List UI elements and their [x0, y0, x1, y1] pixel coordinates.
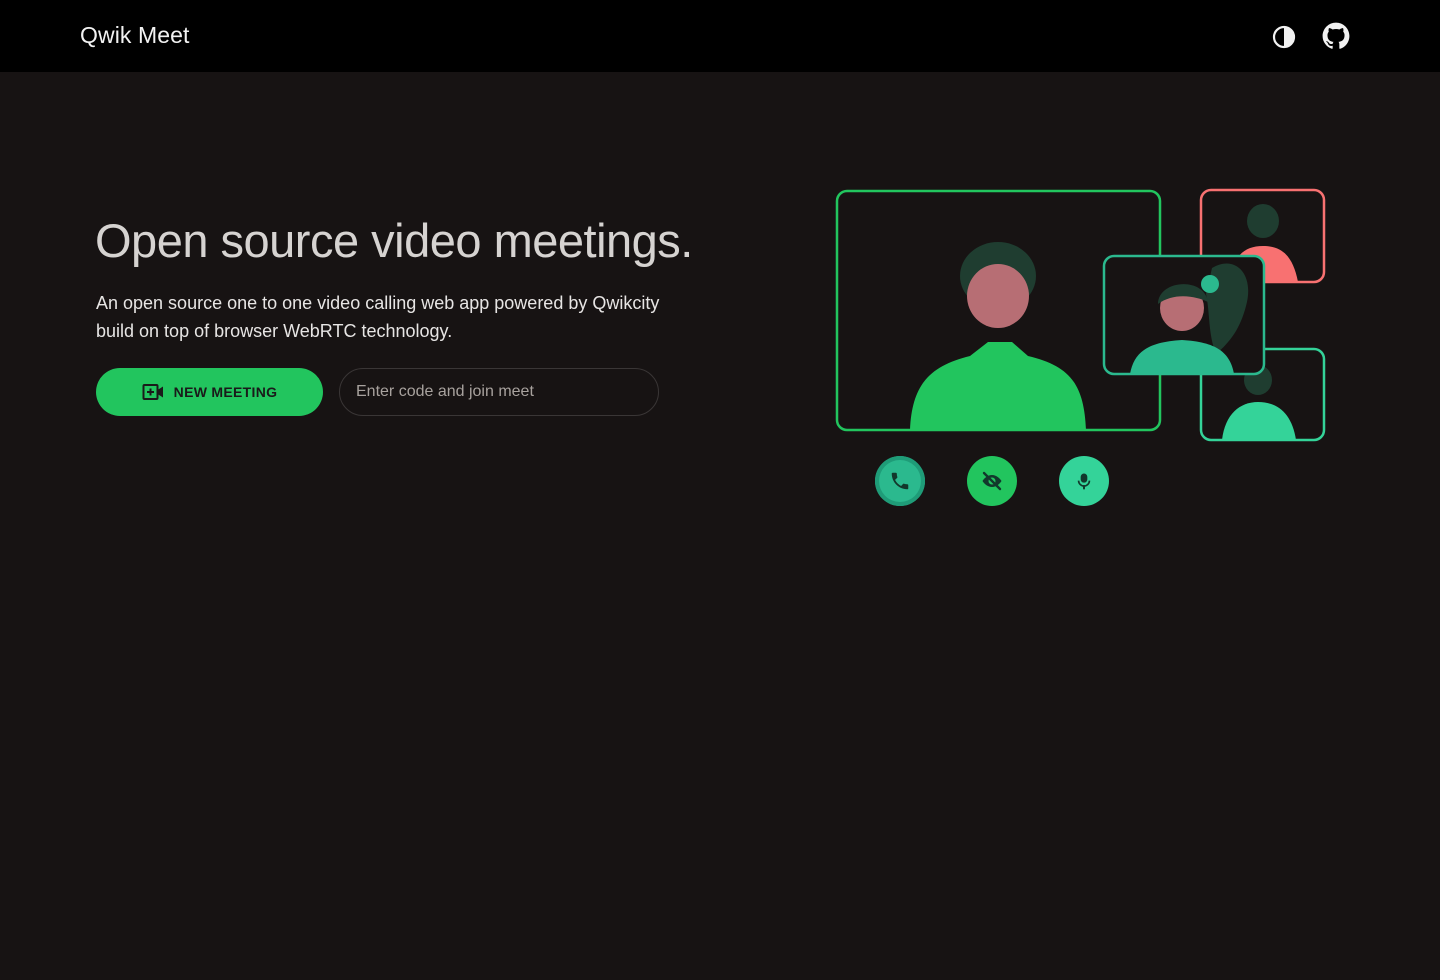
- call-button[interactable]: [875, 456, 925, 506]
- theme-toggle-button[interactable]: [1271, 24, 1297, 50]
- phone-icon: [891, 472, 909, 490]
- new-meeting-label: NEW MEETING: [173, 384, 278, 400]
- hero-description: An open source one to one video calling …: [96, 293, 660, 341]
- contrast-icon: [1272, 25, 1296, 49]
- top-navbar: Qwik Meet: [0, 0, 1440, 72]
- join-code-input[interactable]: [339, 368, 659, 416]
- app-brand[interactable]: Qwik Meet: [80, 22, 190, 49]
- new-meeting-button[interactable]: NEW MEETING: [96, 368, 323, 416]
- toggle-video-button[interactable]: [967, 456, 1017, 506]
- github-icon: [1322, 22, 1350, 49]
- github-link[interactable]: [1322, 22, 1350, 50]
- video-plus-icon: [142, 384, 163, 400]
- eye-off-icon: [982, 471, 1002, 491]
- toggle-mic-button[interactable]: [1059, 456, 1109, 506]
- hero-title: Open source video meetings.: [95, 214, 693, 267]
- microphone-icon: [1077, 473, 1091, 490]
- participant-tile-center: [1102, 254, 1266, 376]
